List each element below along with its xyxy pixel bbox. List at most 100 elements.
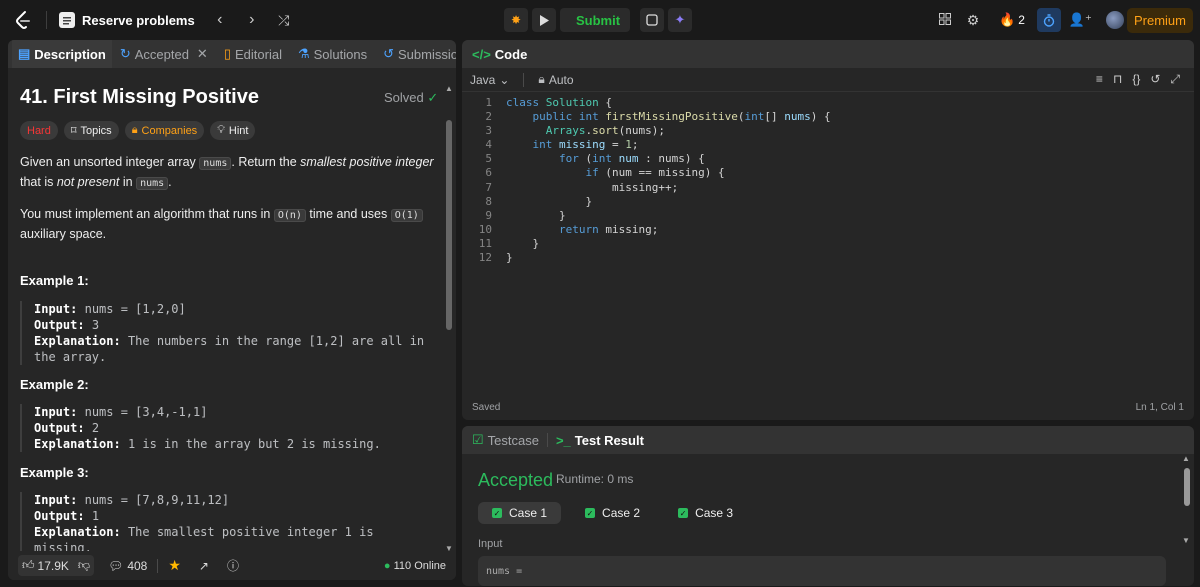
auto-toggle[interactable]: 🔒︎ Auto (538, 72, 573, 87)
example-heading: Example 1: (20, 273, 89, 288)
companies-tag[interactable]: 🔒︎ Companies (124, 121, 205, 140)
scrollbar-thumb[interactable] (1184, 468, 1190, 506)
tab-label: Test Result (574, 432, 644, 448)
auto-label: Auto (548, 72, 574, 87)
next-problem-icon[interactable]: › (241, 11, 263, 29)
avatar[interactable] (1105, 11, 1124, 29)
topics-label: Topics (80, 124, 112, 137)
bookmark-icon[interactable]: ⊓ (1113, 72, 1122, 87)
reset-icon[interactable]: ↺ (1150, 72, 1160, 87)
tab-editorial[interactable]: ▯ Editorial (218, 40, 288, 68)
code-editor[interactable]: 1 class Solution { 2 public int firstMiss… (462, 96, 1194, 396)
play-icon (540, 14, 549, 26)
check-circle-icon: ✓ (427, 90, 439, 105)
hint-label: Hint (228, 124, 249, 137)
timer-button[interactable] (1036, 8, 1061, 32)
terminal-icon: >_ (555, 432, 571, 448)
code-line: 8 } (485, 194, 593, 208)
notes-button[interactable] (640, 8, 664, 32)
test-result-panel: ☑ Testcase >_ Test Result Accepted Runtime… (462, 426, 1194, 586)
thumbs-down-icon[interactable]: 👎︎ (78, 558, 90, 573)
like-button[interactable]: 👍︎ 17.9K 👎︎ (18, 555, 95, 576)
tab-label: Description (34, 46, 106, 62)
check-icon: ✓ (585, 508, 596, 518)
problem-list-button[interactable]: Reserve problems (59, 12, 195, 28)
help-icon[interactable]: ⓘ (227, 557, 239, 574)
close-icon[interactable]: ✕ (197, 46, 208, 62)
code-panel: </> Code Java ⌄ 🔒︎ Auto ≡ ⊓ {} ↺ ⤢ 1 class S… (462, 40, 1194, 420)
tab-label: Code (494, 46, 528, 62)
result-scrollbar[interactable]: ▲ ▼ (1180, 454, 1190, 586)
result-tabs: ☑ Testcase >_ Test Result (462, 426, 1194, 454)
check-icon: ✓ (492, 508, 502, 518)
code-line: 11 } (478, 236, 540, 250)
language-select[interactable]: Java ⌄ (470, 73, 509, 87)
vertical-resize-handle[interactable] (457, 300, 460, 320)
tab-code[interactable]: </> Code (466, 40, 533, 68)
streak-counter[interactable]: 🔥 2 (999, 12, 1025, 28)
lock-icon: 🔒︎ (131, 124, 138, 136)
code-line: 4 int missing = 1; (485, 138, 639, 152)
description-scrollbar[interactable]: ▲ ▼ (445, 84, 453, 553)
tab-testcase[interactable]: ☑ Testcase (466, 426, 545, 454)
tab-label: Accepted (134, 46, 189, 62)
checkbox-icon: ☑ (472, 432, 484, 447)
case-tabs: ✓ Case 1 ✓ Case 2 ✓ Case 3 (478, 502, 747, 524)
description-paragraph: You must implement an algorithm that run… (20, 205, 440, 243)
add-friend-icon[interactable]: 👤⁺ (1069, 12, 1092, 28)
case-tab[interactable]: ✓ Case 2 (571, 502, 654, 524)
hint-tag[interactable]: 💡︎ Hint (210, 121, 256, 140)
lightbulb-icon: 💡︎ (217, 124, 225, 136)
example-block: Input: nums = [1,2,0] Output: 3 Explanat… (20, 301, 430, 365)
document-icon: ▤ (18, 46, 31, 61)
expand-icon[interactable]: ⤢ (1170, 72, 1180, 87)
book-icon: ▯ (223, 46, 231, 61)
runtime-label: Runtime: 0 ms (556, 472, 634, 486)
submit-button[interactable]: Submit (560, 8, 630, 32)
flask-icon: ⚗ (297, 46, 310, 61)
braces-icon[interactable]: {} (1132, 72, 1140, 87)
topics-tag[interactable]: ⌑ Topics (63, 121, 119, 140)
streak-count: 2 (1018, 13, 1025, 27)
code-icon: </> (472, 46, 491, 62)
tab-label: Submission: (398, 46, 456, 62)
case-tab[interactable]: ✓ Case 1 (478, 502, 562, 524)
tab-label: Editorial (234, 46, 282, 62)
case-tab[interactable]: ✓ Case 3 (664, 502, 747, 524)
scrollbar-thumb[interactable] (446, 120, 452, 330)
tab-description[interactable]: ▤ Description (12, 40, 112, 68)
gear-icon[interactable]: ⚙ (963, 12, 983, 29)
tab-solutions[interactable]: ⚗ Solutions (292, 40, 373, 68)
debug-button[interactable]: ✸ (504, 8, 528, 32)
format-icon[interactable]: ≡ (1096, 72, 1103, 87)
share-icon[interactable]: ↗ (199, 559, 209, 573)
code-line: 7 missing++; (485, 180, 679, 194)
problem-title: 41. First Missing Positive (20, 86, 259, 108)
leetcode-logo-icon[interactable] (12, 8, 34, 32)
code-line: 2 public int firstMissingPositive(int[] … (485, 110, 831, 124)
chevron-down-icon: ⌄ (499, 72, 510, 87)
layout-icon[interactable] (935, 12, 955, 28)
run-button[interactable] (532, 8, 556, 32)
input-value: nums = (478, 556, 1166, 586)
tab-submissions[interactable]: ↺ Submission: (377, 40, 456, 68)
prev-problem-icon[interactable]: ‹ (209, 11, 231, 29)
premium-button[interactable]: Premium (1127, 8, 1193, 33)
note-icon (646, 14, 658, 26)
code-line: 12} (478, 251, 513, 265)
description-paragraph: Given an unsorted integer array nums. Re… (20, 155, 434, 190)
sparkle-icon: ✦ (674, 12, 686, 27)
description-panel: ▤ Description ↻ Accepted ✕ ▯ Editorial ⚗ Solu… (8, 40, 456, 580)
comment-count: 408 (127, 558, 148, 573)
input-label: Input (478, 538, 503, 550)
tab-accepted[interactable]: ↻ Accepted ✕ (114, 40, 214, 68)
language-label: Java (470, 72, 496, 87)
shuffle-icon[interactable]: ⤮ (273, 12, 295, 29)
comments-button[interactable]: 💬︎ 408 (108, 559, 147, 573)
star-icon[interactable]: ★ (168, 557, 181, 574)
tab-test-result[interactable]: >_ Test Result (550, 426, 650, 454)
problem-list-label: Reserve problems (82, 12, 195, 28)
solved-label: Solved (384, 90, 424, 105)
ai-assist-button[interactable]: ✦ (668, 8, 692, 32)
code-line: 5 for (int num : nums) { (485, 152, 705, 166)
